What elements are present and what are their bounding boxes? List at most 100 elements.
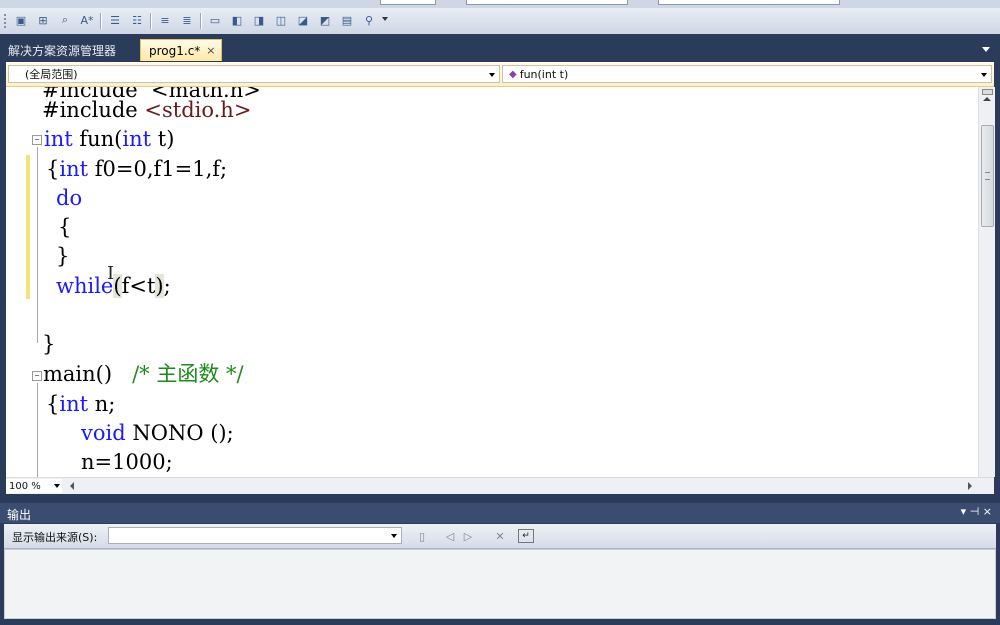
output-panel-title: 输出 — [7, 508, 32, 522]
keyword: int — [122, 127, 152, 151]
next-folder-bookmark-icon[interactable]: ◪ — [294, 11, 312, 29]
toolbar-grip[interactable] — [4, 14, 8, 28]
splitter-handle[interactable] — [982, 89, 993, 95]
font-size-icon[interactable]: A* — [78, 11, 96, 29]
brace-match: ) — [155, 274, 164, 298]
keyword: void — [81, 421, 126, 445]
code-token: ; — [163, 274, 171, 298]
word-wrap-icon[interactable]: ↵ — [518, 529, 534, 543]
code-comment: /* 主函数 */ — [132, 362, 244, 386]
output-panel-titlebar: 输出 ▾ ⊣ × — [0, 503, 1000, 523]
find-icon[interactable]: ⚲ — [360, 11, 378, 29]
chevron-down-icon[interactable] — [982, 47, 990, 52]
prev-message-icon[interactable]: ◁ — [442, 528, 458, 544]
output-toolbar: 显示输出来源(S): ▯ ◁ ▷ ✕ ↵ — [4, 524, 996, 549]
code-token: fun( — [72, 127, 123, 151]
tab-prog1-c[interactable]: prog1.c* × — [140, 39, 222, 61]
close-icon[interactable]: × — [206, 44, 215, 57]
properties-icon[interactable]: ▣ — [12, 11, 30, 29]
scroll-right-icon[interactable] — [968, 482, 972, 490]
config-combo-edge[interactable] — [380, 0, 436, 5]
brace-match: ( — [113, 274, 122, 298]
chevron-down-icon[interactable] — [981, 73, 987, 77]
code-token: n; — [88, 392, 116, 416]
keyword: do — [56, 186, 83, 210]
code-token: f<t — [121, 274, 156, 298]
comment-icon[interactable]: ≡ — [156, 11, 174, 29]
code-editor[interactable]: − − #include <math.h> #include <stdio.h>… — [6, 87, 978, 477]
keyword: while — [56, 274, 114, 298]
scope-value: (全局范围) — [25, 68, 78, 81]
bookmark-icon[interactable]: ▭ — [206, 11, 224, 29]
code-token: #include — [42, 98, 145, 122]
toolbar-separator — [100, 13, 102, 29]
collapse-icon[interactable]: − — [32, 371, 42, 381]
find-combo-edge[interactable] — [658, 0, 840, 5]
output-text-area[interactable] — [4, 549, 996, 619]
clear-all-icon[interactable]: ✕ — [492, 528, 508, 544]
chevron-down-icon[interactable] — [54, 484, 60, 488]
code-token: { — [46, 392, 60, 416]
code-line: {int f0=0,f1=1,f; — [46, 154, 227, 184]
code-token: NONO (); — [125, 421, 234, 445]
keyword: int — [44, 127, 73, 151]
uncomment-icon[interactable]: ≣ — [178, 11, 196, 29]
platform-combo-edge[interactable] — [466, 0, 628, 5]
horizontal-scrollbar[interactable]: 100 % — [6, 477, 994, 494]
outline-guide — [37, 383, 38, 477]
toolbar-separator — [200, 13, 202, 29]
next-bookmark-icon[interactable]: ◨ — [250, 11, 268, 29]
document-tab-row: 解决方案资源管理器 prog1.c* × — [0, 34, 1000, 62]
scope-dropdown[interactable]: (全局范围) — [8, 65, 500, 83]
code-line: { — [58, 215, 72, 239]
code-token: main() — [43, 362, 113, 386]
tab-solution-explorer[interactable]: 解决方案资源管理器 — [0, 39, 132, 61]
scroll-left-icon[interactable] — [70, 482, 74, 490]
panel-controls[interactable]: ▾ ⊣ × — [961, 505, 992, 518]
code-line: {int n; — [46, 389, 115, 419]
vertical-scrollbar[interactable] — [978, 87, 995, 477]
code-line: } — [42, 332, 56, 356]
tab-prog1-label: prog1.c* — [149, 43, 201, 58]
toggle-bookmark-icon[interactable]: ▤ — [338, 11, 356, 29]
code-line: int fun(int t) — [44, 124, 174, 154]
zoom-value: 100 % — [9, 480, 41, 492]
clear-bookmarks-icon[interactable]: ◩ — [316, 11, 334, 29]
output-source-label: 显示输出来源(S): — [12, 531, 98, 544]
scrollbar-thumb[interactable] — [981, 125, 994, 227]
indent-icon[interactable]: ☰ — [106, 11, 124, 29]
navigation-bar: (全局范围) ◆ fun(int t) — [6, 62, 994, 87]
code-line: main() /* 主函数 */ — [43, 359, 244, 389]
code-token: f0=0,f1=1,f; — [88, 157, 228, 181]
top-toolbar-remnant — [0, 0, 1000, 8]
chevron-down-icon[interactable] — [391, 534, 397, 538]
scroll-up-icon[interactable] — [983, 97, 991, 101]
collapse-icon[interactable]: − — [32, 135, 42, 145]
code-line: do — [56, 183, 82, 213]
function-value: fun(int t) — [519, 67, 569, 81]
zoom-dropdown[interactable]: 100 % — [6, 479, 62, 493]
code-token: t) — [151, 127, 175, 151]
goto-message-icon[interactable]: ▯ — [414, 528, 430, 544]
class-view-icon[interactable]: ⊞ — [34, 11, 52, 29]
function-dropdown[interactable]: ◆ fun(int t) — [502, 65, 992, 83]
method-icon: ◆ — [509, 68, 517, 80]
outdent-icon[interactable]: ☷ — [128, 11, 146, 29]
prev-folder-bookmark-icon[interactable]: ◫ — [272, 11, 290, 29]
text-cursor-icon: I — [107, 263, 115, 284]
find-symbol-icon[interactable]: ⌕ — [56, 11, 74, 29]
code-token: { — [46, 157, 60, 181]
toolbar-overflow-icon[interactable] — [382, 17, 388, 21]
code-line: } — [56, 244, 70, 268]
code-token: <stdio.h> — [144, 98, 252, 122]
toolbar-separator — [150, 13, 152, 29]
prev-bookmark-icon[interactable]: ◧ — [228, 11, 246, 29]
code-line: #include <stdio.h> — [42, 95, 251, 125]
text-editor-toolbar: ▣ ⊞ ⌕ A* ☰ ☷ ≡ ≣ ▭ ◧ ◨ ◫ ◪ ◩ ▤ ⚲ — [0, 8, 1000, 35]
output-source-dropdown[interactable] — [108, 527, 402, 544]
code-line: n=1000; — [81, 450, 173, 474]
keyword: int — [59, 157, 89, 181]
next-message-icon[interactable]: ▷ — [460, 528, 476, 544]
outline-guide — [37, 147, 38, 343]
chevron-down-icon[interactable] — [489, 73, 495, 77]
